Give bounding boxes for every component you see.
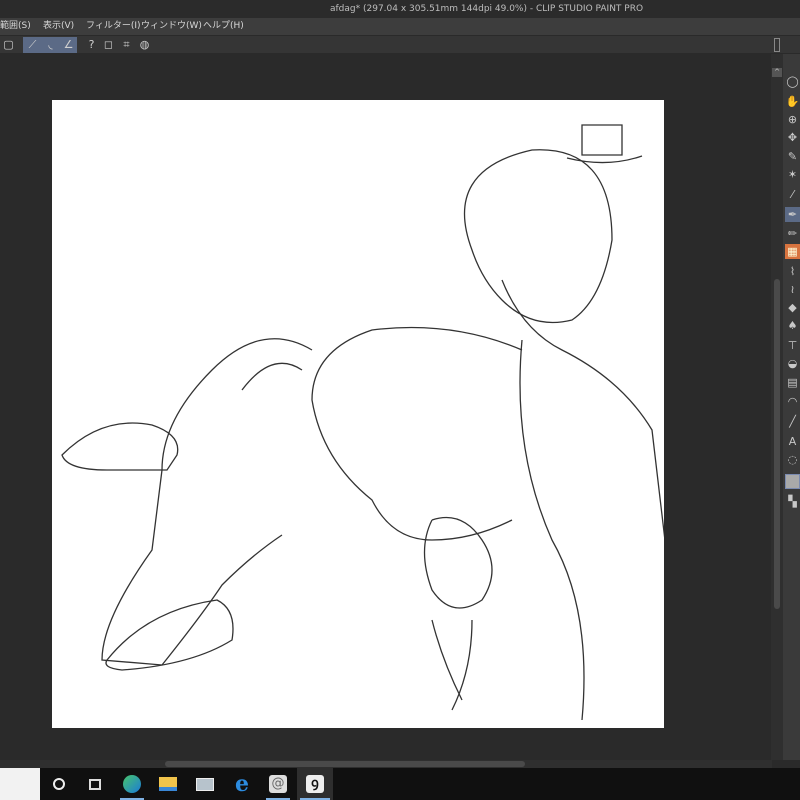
rotate-icon[interactable]: ⊕ [785,112,800,127]
selection-pen-icon[interactable]: ✎ [785,149,800,164]
curve-arc-icon[interactable]: ◟ [43,38,58,52]
menu-bar: 範囲(S) 表示(V) フィルター(I) ウィンドウ(W) ヘルプ(H) [0,18,800,36]
fill-icon[interactable]: ⊤ [785,338,800,353]
taskbar-search-box[interactable] [0,768,40,800]
blend-icon[interactable]: ♠ [785,318,800,333]
ruler-icon[interactable]: ╱ [785,414,800,429]
checkbox-icon[interactable]: ▢ [1,38,16,52]
menu-help[interactable]: ヘルプ(H) [203,18,244,35]
text-icon[interactable]: A [785,434,800,449]
balloon-icon[interactable]: ◌ [785,452,800,467]
transform-icon[interactable]: ◻ [101,38,116,52]
title-bar: afdag* (297.04 x 305.51mm 144dpi 49.0%) … [0,0,800,18]
task-view-icon[interactable] [80,768,110,800]
menu-filter[interactable]: フィルター(I) [86,18,141,35]
help-icon[interactable]: ? [84,38,99,52]
sphere-icon[interactable]: ◍ [137,38,152,52]
horizontal-scrollbar[interactable] [0,760,772,768]
vertical-scroll-thumb[interactable] [774,279,780,609]
menu-window[interactable]: ウィンドウ(W) [141,18,202,35]
transparent-icon[interactable]: ▚ [785,494,800,509]
photos-icon[interactable] [190,768,220,800]
eyedropper-icon[interactable]: ⁄ [785,187,800,202]
horizontal-scroll-thumb[interactable] [165,761,525,767]
lasso-icon[interactable]: ◯ [785,74,800,89]
mesh-icon[interactable]: ⌗ [119,38,134,52]
tool-palette: ◯ ✋ ⊕ ✥ ✎ ✶ ⁄ ✒ ✏ ▦ ⌇ ≀ ◆ ♠ ⊤ ◒ ▤ ◠ ╱ A ◌ ■ ▚ [783,54,800,760]
hand-icon[interactable]: ✋ [785,94,800,109]
window-title: afdag* (297.04 x 305.51mm 144dpi 49.0%) … [330,4,644,14]
pen-icon[interactable]: ✒ [785,207,800,222]
pencil-icon[interactable]: ✏ [785,226,800,241]
magic-wand-icon[interactable]: ✶ [785,167,800,182]
cortana-icon[interactable] [44,768,74,800]
bucket-icon[interactable]: ◒ [785,356,800,371]
file-explorer-icon[interactable] [153,768,183,800]
taskbar: e @ ꝯ [0,768,800,800]
line-art-illustration [61,124,664,721]
move-icon[interactable]: ✥ [785,130,800,145]
scroll-up-button[interactable]: ^ [772,68,782,77]
brush-icon[interactable]: ▦ [785,244,800,259]
airbrush-icon[interactable]: ⌇ [785,264,800,279]
menu-view[interactable]: 表示(V) [43,18,74,35]
vertical-scrollbar[interactable]: ^ [771,54,783,760]
command-bar: ▢ ⟋ ◟ ∠ ? ◻ ⌗ ◍ [0,36,800,54]
clip-studio-paint-icon[interactable]: ꝯ [297,768,333,800]
handle-icon[interactable] [774,38,780,52]
clip-studio-icon[interactable]: @ [263,768,293,800]
curve-corner-icon[interactable]: ∠ [61,38,76,52]
curve-line-icon[interactable]: ⟋ [25,38,40,52]
decoration-icon[interactable]: ≀ [785,282,800,297]
eraser-icon[interactable]: ◆ [785,300,800,315]
internet-explorer-icon[interactable]: e [227,768,257,800]
drawing-canvas[interactable] [52,100,664,728]
edge-icon[interactable] [117,768,147,800]
color-swatch-icon[interactable]: ■ [785,474,800,489]
figure-icon[interactable]: ◠ [785,394,800,409]
gradient-icon[interactable]: ▤ [785,375,800,390]
menu-selection[interactable]: 範囲(S) [0,18,31,35]
